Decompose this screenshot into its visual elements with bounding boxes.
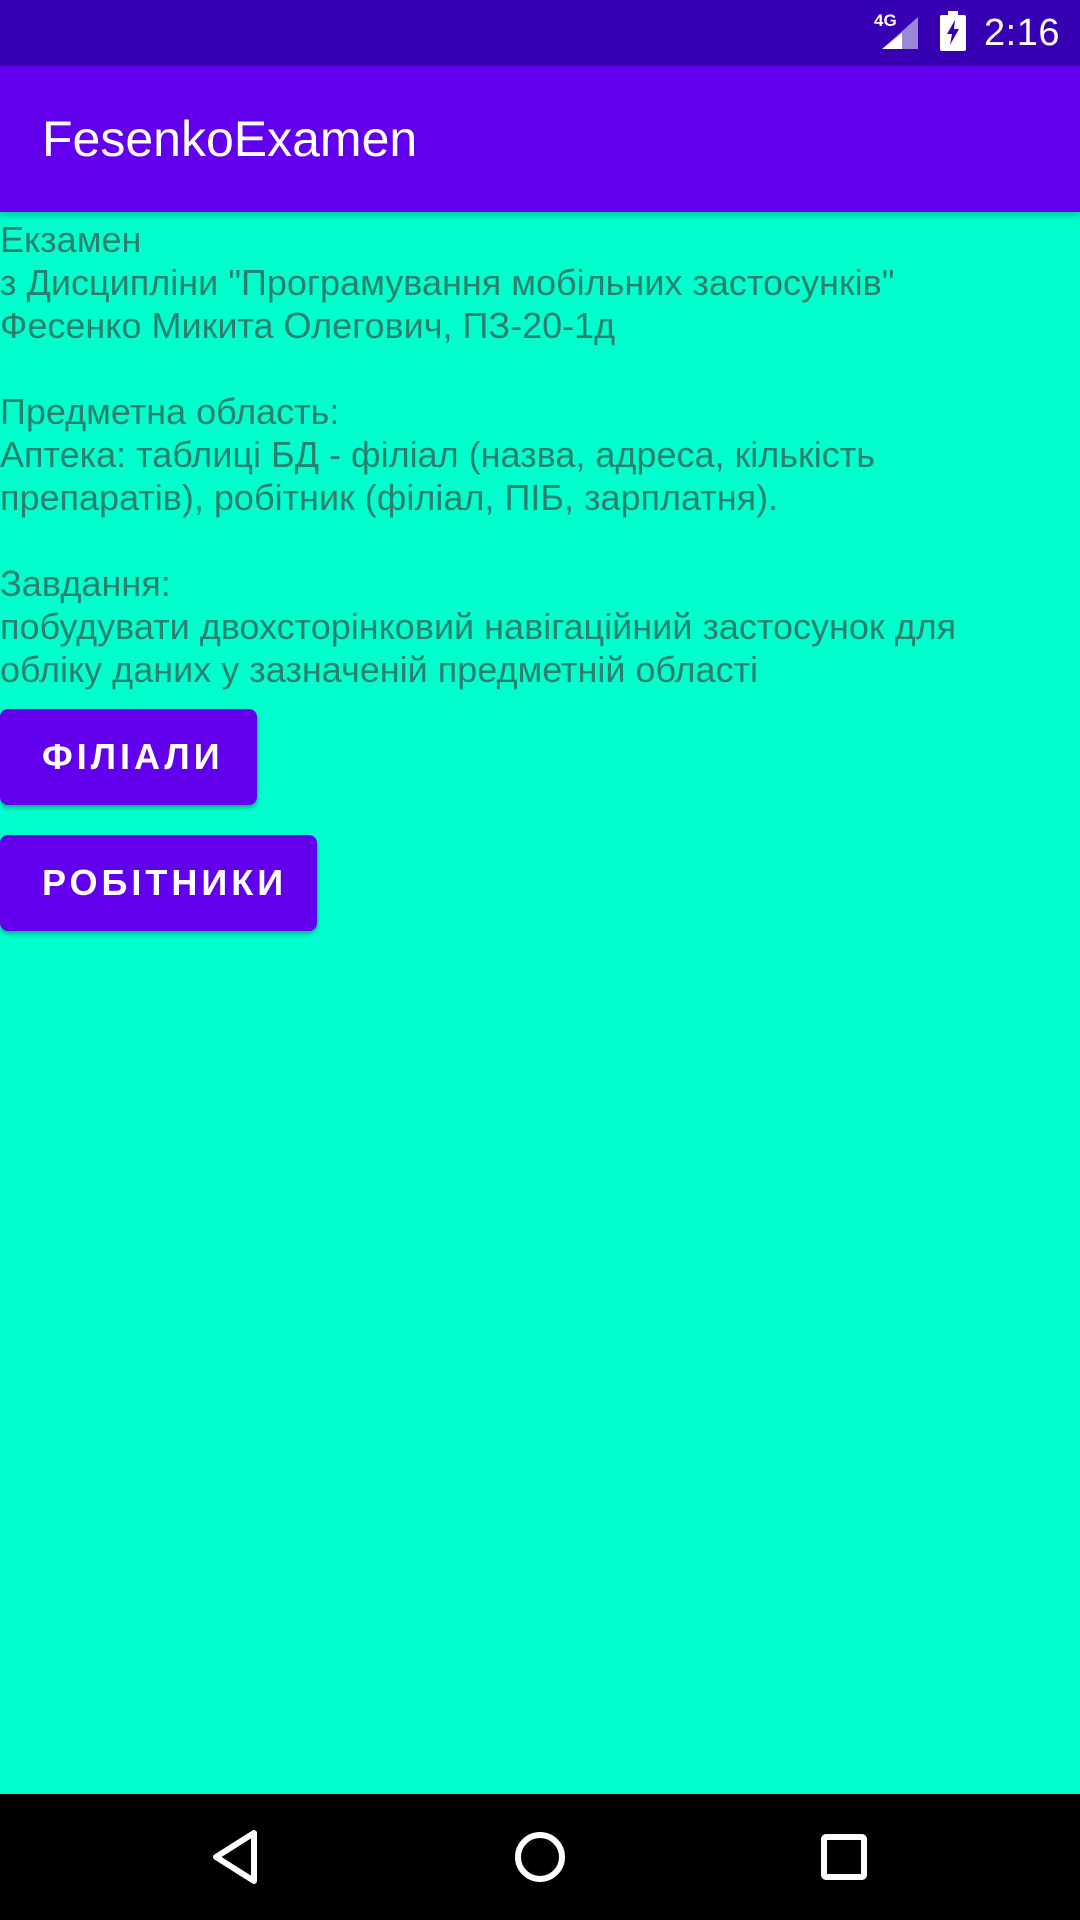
branches-button[interactable]: ФІЛІАЛИ bbox=[0, 709, 257, 805]
status-time: 2:16 bbox=[984, 11, 1060, 54]
back-icon[interactable] bbox=[208, 1827, 268, 1887]
battery-charging-icon bbox=[940, 10, 967, 56]
status-bar: 4G 2:16 bbox=[0, 0, 1080, 66]
home-icon[interactable] bbox=[510, 1827, 570, 1887]
signal-icon: 4G bbox=[874, 11, 922, 53]
exam-description-text: Екзамен з Дисципліни "Програмування мобі… bbox=[0, 219, 957, 690]
navigation-bar bbox=[0, 1794, 1080, 1920]
app-bar: FesenkoExamen bbox=[0, 66, 1080, 212]
main-content: Екзамен з Дисципліни "Програмування мобі… bbox=[0, 218, 1080, 931]
app-title: FesenkoExamen bbox=[42, 111, 418, 167]
workers-button[interactable]: РОБІТНИКИ bbox=[0, 835, 317, 931]
status-icons: 4G 2:16 bbox=[874, 0, 1060, 66]
recent-apps-icon[interactable] bbox=[814, 1827, 874, 1887]
